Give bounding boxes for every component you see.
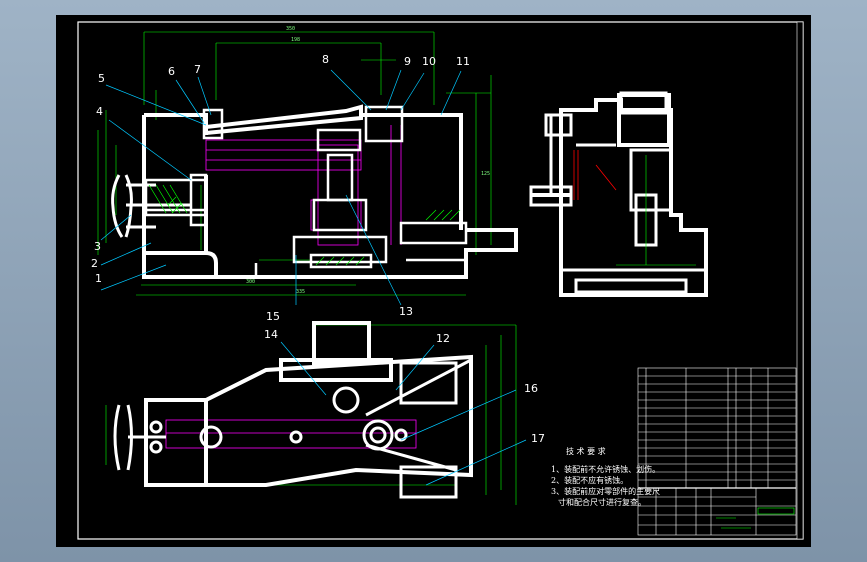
dim-height: 125 <box>481 171 490 177</box>
callout-6: 6 <box>168 65 175 78</box>
parts-list-and-title-block <box>637 367 797 536</box>
callout-16: 16 <box>524 382 538 395</box>
dim-overall: 350 <box>286 26 295 32</box>
technical-requirements: 技 术 要 求 1、装配前不允许锈蚀、划伤。 2、装配不应有锈蚀。 3、装配前应… <box>551 446 660 507</box>
top-view-callouts: 12 14 16 17 <box>264 328 545 445</box>
callout-2: 2 <box>91 257 98 270</box>
top-view <box>105 321 527 505</box>
callout-1: 1 <box>95 272 102 285</box>
front-view-callouts: 1 2 3 4 5 6 7 8 9 10 11 13 15 <box>91 53 470 323</box>
callout-15: 15 <box>266 310 280 323</box>
callout-9: 9 <box>404 55 411 68</box>
callout-8: 8 <box>322 53 329 66</box>
callout-10: 10 <box>422 55 436 68</box>
callout-4: 4 <box>96 105 103 118</box>
callout-17: 17 <box>531 432 545 445</box>
callout-3: 3 <box>94 240 101 253</box>
drawing-sheet: 1 2 3 4 5 6 7 8 9 10 11 13 15 350 198 33… <box>56 15 811 547</box>
callout-5: 5 <box>98 72 105 85</box>
callout-14: 14 <box>264 328 278 341</box>
callout-12: 12 <box>436 332 450 345</box>
tech-req-item-2: 2、装配不应有锈蚀。 <box>551 475 628 485</box>
tech-req-item-4: 寸和配合尺寸进行复查。 <box>558 497 646 507</box>
tech-req-title: 技 术 要 求 <box>566 446 606 456</box>
dim-base: 335 <box>296 289 305 295</box>
callout-7: 7 <box>194 63 201 76</box>
front-view <box>97 31 518 306</box>
drawing-border <box>77 21 804 540</box>
callout-11: 11 <box>456 55 470 68</box>
assembly-drawing: 1 2 3 4 5 6 7 8 9 10 11 13 15 350 198 33… <box>77 21 804 540</box>
callout-13: 13 <box>399 305 413 318</box>
dim-base-inner: 300 <box>246 279 255 285</box>
side-view-red-lines <box>573 150 617 200</box>
dim-span: 198 <box>291 37 300 43</box>
tech-req-item-1: 1、装配前不允许锈蚀、划伤。 <box>551 464 660 474</box>
